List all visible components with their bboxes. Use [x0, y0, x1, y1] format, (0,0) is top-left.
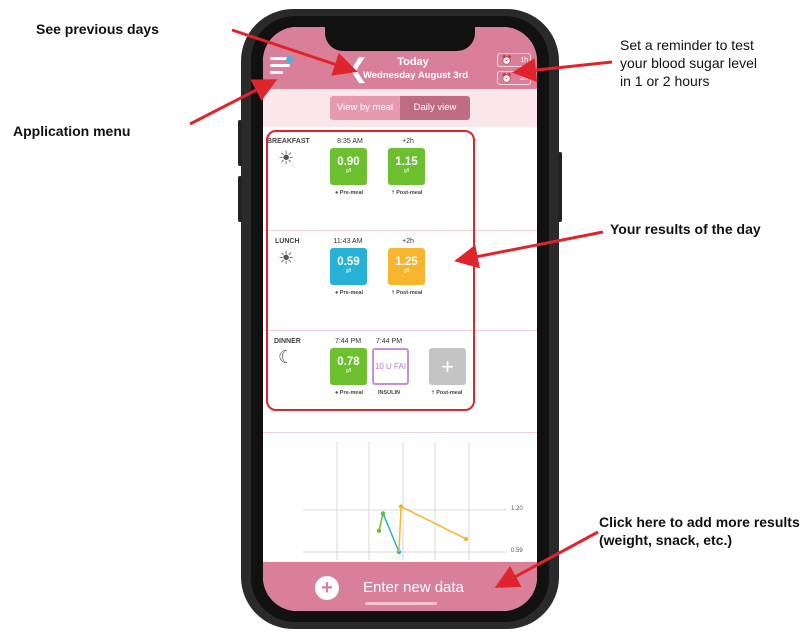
power-button	[558, 152, 562, 222]
callout-reminder-line-1: Set a reminder to test	[620, 37, 754, 53]
volume-button	[238, 120, 242, 166]
callout-reminder-line-3: in 1 or 2 hours	[620, 73, 710, 89]
alarm-1h-label: 1h	[520, 57, 528, 64]
callout-add-more-line-2: (weight, snack, etc.)	[599, 532, 733, 548]
callout-add-more: Click here to add more results (weight, …	[599, 513, 800, 549]
enter-new-data-button[interactable]: + Enter new data	[263, 562, 537, 611]
enter-new-data-label: Enter new data	[363, 579, 464, 596]
phone-notch	[325, 25, 475, 51]
alarm-clock-icon: ⏰	[501, 74, 513, 84]
callout-previous-days: See previous days	[36, 21, 159, 37]
header-date: Wednesday August 3rd	[362, 70, 469, 81]
notification-dot	[286, 56, 293, 63]
view-toggle: View by meal Daily view	[330, 96, 470, 120]
callout-reminder: Set a reminder to test your blood sugar …	[620, 36, 757, 90]
header-title: Today	[397, 56, 429, 68]
chart-point	[463, 536, 469, 542]
results-highlight-box	[266, 130, 475, 411]
chart-series-line	[400, 505, 467, 540]
plus-circle-icon: +	[315, 576, 339, 600]
chart-tick-label-high: 1.20	[511, 506, 523, 512]
chart-connector-line	[382, 513, 400, 553]
callout-results: Your results of the day	[610, 221, 761, 237]
tab-daily-view[interactable]: Daily view	[400, 96, 470, 120]
app-screen: ❮ Today Wednesday August 3rd ⏰ 1h ⏰ 2h Vie…	[263, 27, 537, 611]
volume-button-2	[238, 176, 242, 222]
callout-reminder-line-2: your blood sugar level	[620, 55, 757, 71]
alarm-clock-icon: ⏰	[501, 56, 513, 66]
home-indicator	[365, 602, 437, 605]
chart-series-line	[378, 513, 384, 531]
chart-grid	[303, 442, 507, 560]
chart-point	[376, 528, 382, 533]
callout-app-menu: Application menu	[13, 123, 131, 139]
chart-tick-label-low: 0.59	[511, 548, 523, 554]
chart-connector-line	[398, 506, 402, 553]
callout-add-more-line-1: Click here to add more results	[599, 514, 800, 530]
alarm-2h-label: 2h	[520, 75, 528, 82]
tab-view-by-meal[interactable]: View by meal	[330, 96, 400, 120]
alarm-2h-button[interactable]: ⏰ 2h	[497, 71, 531, 85]
glucose-chart	[303, 442, 507, 560]
alarm-1h-button[interactable]: ⏰ 1h	[497, 53, 531, 67]
